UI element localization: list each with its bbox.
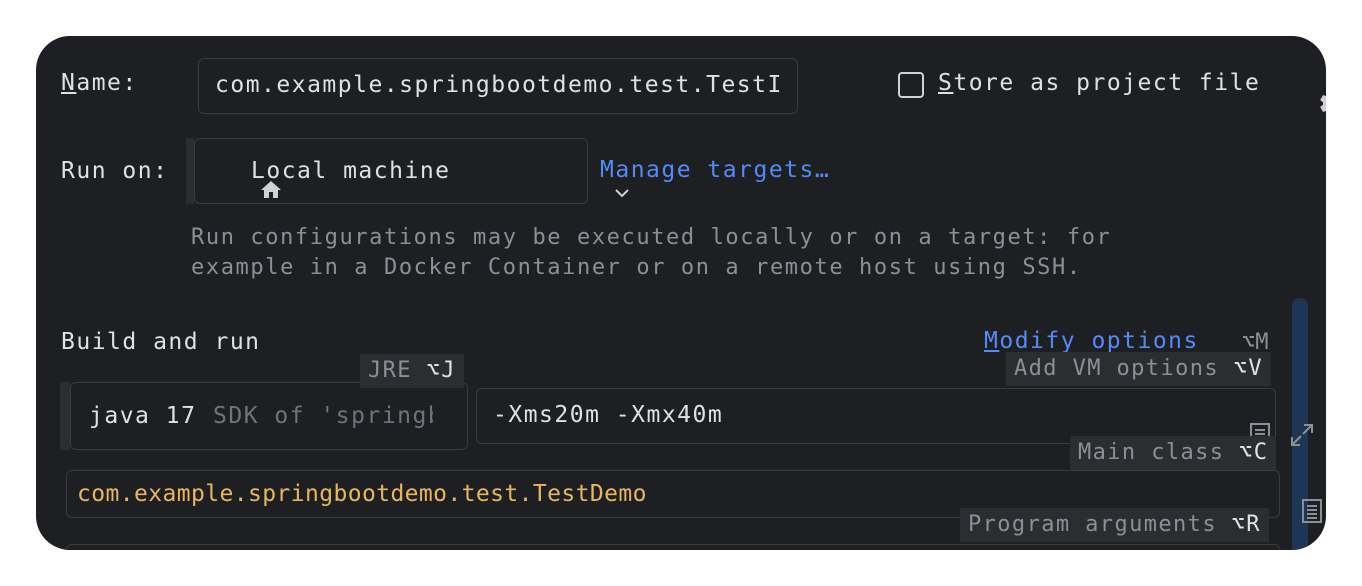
jre-select[interactable]: java 17 SDK of 'springbo: [70, 382, 513, 450]
vm-options-shortcut-tooltip: Add VM options ⌥V: [1006, 352, 1271, 386]
main-class-shortcut-tooltip: Main class ⌥C: [1070, 436, 1277, 470]
jre-shortcut-tooltip: JRE ⌥J: [360, 354, 464, 388]
manage-targets-link[interactable]: Manage targets…: [600, 157, 830, 183]
jre-name: java 17: [89, 403, 197, 429]
program-arguments-tooltip-shortcut: ⌥R: [1231, 512, 1261, 537]
run-on-hint-line-1: Run configurations may be executed local…: [191, 225, 1112, 250]
vm-options-tooltip-shortcut: ⌥V: [1233, 356, 1263, 381]
name-field-value: com.example.springbootdemo.test.TestI: [215, 72, 781, 98]
main-class-tooltip-shortcut: ⌥C: [1239, 440, 1269, 465]
program-arguments-shortcut-tooltip: Program arguments ⌥R: [960, 508, 1269, 542]
vm-options-value: -Xms20m -Xmx40m: [493, 402, 724, 428]
run-on-hint-line-2: example in a Docker Container or on a re…: [191, 255, 1082, 280]
chevron-down-icon: [555, 165, 629, 198]
run-on-focus-edge: [186, 138, 194, 204]
modify-options-link[interactable]: Modify options: [984, 328, 1199, 354]
document-icon[interactable]: [1191, 403, 1270, 447]
main-class-value: com.example.springbootdemo.test.TestDemo: [77, 481, 647, 507]
run-on-target-value: Local machine: [251, 158, 451, 184]
name-field[interactable]: com.example.springbootdemo.test.TestI: [198, 58, 798, 114]
program-arguments-tooltip-label: Program arguments: [968, 512, 1217, 537]
jre-detail: SDK of 'springbo: [213, 403, 433, 429]
jre-chevron-down-icon: [439, 411, 513, 444]
jre-tooltip-label: JRE: [368, 358, 412, 383]
run-on-label: Run on:: [61, 158, 169, 184]
modify-options-chevron-icon: [1208, 334, 1261, 365]
store-as-project-file-checkbox[interactable]: [898, 72, 924, 98]
store-as-project-file-label[interactable]: Store as project file: [938, 70, 1260, 96]
home-icon: [199, 159, 281, 198]
main-class-document-icon[interactable]: [1243, 479, 1322, 523]
expand-icon[interactable]: [1231, 403, 1313, 446]
jre-focus-edge: [60, 382, 70, 450]
run-on-target-select[interactable]: Local machine: [194, 138, 629, 204]
name-label: Name:: [61, 70, 138, 96]
jre-tooltip-shortcut: ⌥J: [426, 358, 456, 383]
program-arguments-field[interactable]: [66, 544, 1280, 550]
vm-options-tooltip-label: Add VM options: [1014, 356, 1220, 381]
gear-icon[interactable]: [1278, 70, 1326, 112]
main-class-tooltip-label: Main class: [1078, 440, 1225, 465]
build-and-run-heading: Build and run: [61, 329, 261, 355]
run-configuration-panel: Name: com.example.springbootdemo.test.Te…: [36, 36, 1326, 550]
